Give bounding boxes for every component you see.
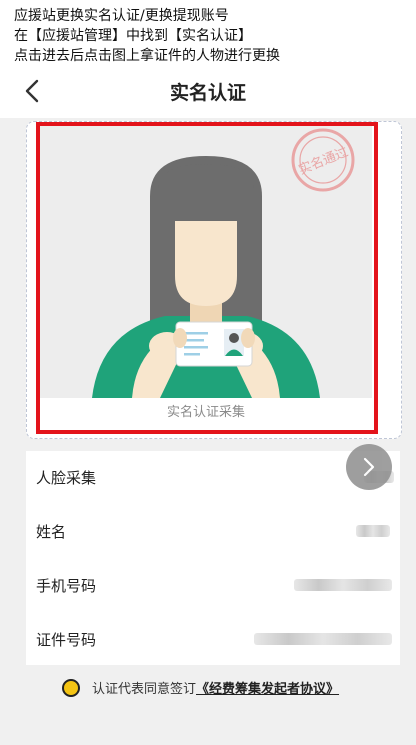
caption-line-2: 在【应援站管理】中找到【实名认证】 xyxy=(14,28,252,44)
row-label: 手机号码 xyxy=(36,577,97,595)
chevron-right-icon xyxy=(363,457,375,477)
row-id-number[interactable]: 证件号码 xyxy=(26,613,400,667)
caption-line-1: 应援站更换实名认证/更换提现账号 xyxy=(14,8,229,24)
row-label: 人脸采集 xyxy=(36,469,97,487)
row-phone[interactable]: 手机号码 xyxy=(26,559,400,613)
row-face-capture[interactable]: 人脸采集 xyxy=(26,451,400,505)
verification-form: 人脸采集 姓名 手机号码 证件号码 xyxy=(26,451,400,665)
row-name[interactable]: 姓名 xyxy=(26,505,400,559)
agreement-prefix: 认证代表同意签订 xyxy=(92,682,197,697)
app-screen: 实名认证 实名通过 实名认证采集 人脸采集 姓名 手机号码 证件号码 认证代表同… xyxy=(0,66,416,745)
agreement-link[interactable]: 《经费筹集发起者协议》 xyxy=(196,678,339,697)
nav-bar: 实名认证 xyxy=(0,66,416,118)
agree-checkbox[interactable] xyxy=(62,678,80,697)
next-button[interactable] xyxy=(346,444,392,490)
agreement-row: 认证代表同意签订 《经费筹集发起者协议》 xyxy=(62,678,339,697)
highlight-frame xyxy=(36,122,378,434)
row-label: 证件号码 xyxy=(36,631,97,649)
page-title: 实名认证 xyxy=(169,82,246,104)
blurred-value xyxy=(254,633,392,645)
blurred-value xyxy=(294,579,392,591)
instruction-caption: 应援站更换实名认证/更换提现账号 在【应援站管理】中找到【实名认证】 点击进去后… xyxy=(14,6,409,66)
blurred-value xyxy=(356,525,390,537)
caption-line-3: 点击进去后点击图上拿证件的人物进行更换 xyxy=(14,48,280,64)
row-label: 姓名 xyxy=(36,523,67,541)
